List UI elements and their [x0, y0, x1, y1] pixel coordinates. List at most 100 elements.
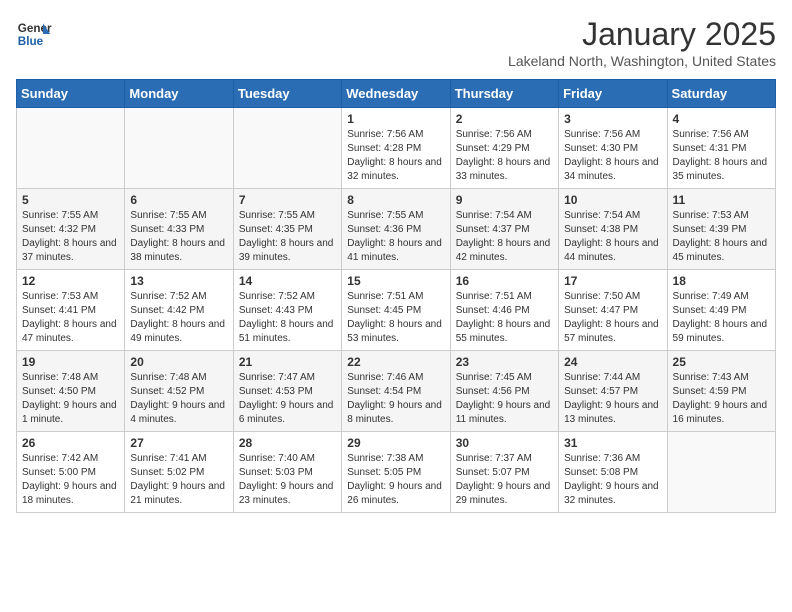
day-info: Sunrise: 7:37 AM Sunset: 5:07 PM Dayligh… — [456, 452, 553, 508]
day-number: 3 — [564, 112, 661, 126]
day-number: 27 — [130, 436, 227, 450]
day-number: 10 — [564, 193, 661, 207]
day-number: 30 — [456, 436, 553, 450]
calendar-cell: 17 Sunrise: 7:50 AM Sunset: 4:47 PM Dayli… — [559, 270, 667, 351]
day-info: Sunrise: 7:55 AM Sunset: 4:32 PM Dayligh… — [22, 209, 119, 265]
calendar-cell — [125, 108, 233, 189]
month-title: January 2025 — [508, 16, 776, 53]
day-number: 8 — [347, 193, 444, 207]
calendar-cell: 26 Sunrise: 7:42 AM Sunset: 5:00 PM Dayli… — [17, 432, 125, 513]
day-number: 21 — [239, 355, 336, 369]
calendar-cell: 25Sunrise: 7:43 AM Sunset: 4:59 PM Dayli… — [667, 351, 775, 432]
day-number: 7 — [239, 193, 336, 207]
calendar-cell: 11 Sunrise: 7:53 AM Sunset: 4:39 PM Dayli… — [667, 189, 775, 270]
weekday-header-sunday: Sunday — [17, 80, 125, 108]
day-info: Sunrise: 7:52 AM Sunset: 4:43 PM Dayligh… — [239, 290, 336, 346]
calendar-cell — [233, 108, 341, 189]
day-info: Sunrise: 7:53 AM Sunset: 4:39 PM Dayligh… — [673, 209, 770, 265]
day-info: Sunrise: 7:38 AM Sunset: 5:05 PM Dayligh… — [347, 452, 444, 508]
calendar-cell: 8 Sunrise: 7:55 AM Sunset: 4:36 PM Daylig… — [342, 189, 450, 270]
calendar-cell: 27 Sunrise: 7:41 AM Sunset: 5:02 PM Dayli… — [125, 432, 233, 513]
day-info: Sunrise: 7:54 AM Sunset: 4:38 PM Dayligh… — [564, 209, 661, 265]
day-number: 19 — [22, 355, 119, 369]
week-row-2: 5 Sunrise: 7:55 AM Sunset: 4:32 PM Daylig… — [17, 189, 776, 270]
calendar-cell: 15Sunrise: 7:51 AM Sunset: 4:45 PM Dayli… — [342, 270, 450, 351]
calendar-cell: 4 Sunrise: 7:56 AM Sunset: 4:31 PM Daylig… — [667, 108, 775, 189]
day-info: Sunrise: 7:36 AM Sunset: 5:08 PM Dayligh… — [564, 452, 661, 508]
day-info: Sunrise: 7:54 AM Sunset: 4:37 PM Dayligh… — [456, 209, 553, 265]
week-row-5: 26 Sunrise: 7:42 AM Sunset: 5:00 PM Dayli… — [17, 432, 776, 513]
day-info: Sunrise: 7:50 AM Sunset: 4:47 PM Dayligh… — [564, 290, 661, 346]
calendar-cell — [17, 108, 125, 189]
calendar-cell: 7 Sunrise: 7:55 AM Sunset: 4:35 PM Daylig… — [233, 189, 341, 270]
calendar-cell: 2 Sunrise: 7:56 AM Sunset: 4:29 PM Daylig… — [450, 108, 558, 189]
calendar-cell: 22Sunrise: 7:46 AM Sunset: 4:54 PM Dayli… — [342, 351, 450, 432]
day-info: Sunrise: 7:43 AM Sunset: 4:59 PM Dayligh… — [673, 371, 770, 427]
day-number: 2 — [456, 112, 553, 126]
day-info: Sunrise: 7:48 AM Sunset: 4:52 PM Dayligh… — [130, 371, 227, 427]
day-info: Sunrise: 7:55 AM Sunset: 4:33 PM Dayligh… — [130, 209, 227, 265]
calendar-cell: 16 Sunrise: 7:51 AM Sunset: 4:46 PM Dayli… — [450, 270, 558, 351]
weekday-header-saturday: Saturday — [667, 80, 775, 108]
day-info: Sunrise: 7:49 AM Sunset: 4:49 PM Dayligh… — [673, 290, 770, 346]
week-row-4: 19 Sunrise: 7:48 AM Sunset: 4:50 PM Dayli… — [17, 351, 776, 432]
day-number: 28 — [239, 436, 336, 450]
day-number: 12 — [22, 274, 119, 288]
day-number: 24 — [564, 355, 661, 369]
page-header: General Blue January 2025 Lakeland North… — [16, 16, 776, 69]
weekday-header-monday: Monday — [125, 80, 233, 108]
week-row-3: 12Sunrise: 7:53 AM Sunset: 4:41 PM Dayli… — [17, 270, 776, 351]
day-info: Sunrise: 7:51 AM Sunset: 4:45 PM Dayligh… — [347, 290, 444, 346]
day-info: Sunrise: 7:56 AM Sunset: 4:29 PM Dayligh… — [456, 128, 553, 184]
calendar-cell: 23 Sunrise: 7:45 AM Sunset: 4:56 PM Dayli… — [450, 351, 558, 432]
day-number: 29 — [347, 436, 444, 450]
calendar-cell: 18 Sunrise: 7:49 AM Sunset: 4:49 PM Dayli… — [667, 270, 775, 351]
week-row-1: 1Sunrise: 7:56 AM Sunset: 4:28 PM Daylig… — [17, 108, 776, 189]
day-info: Sunrise: 7:47 AM Sunset: 4:53 PM Dayligh… — [239, 371, 336, 427]
day-number: 4 — [673, 112, 770, 126]
weekday-header-wednesday: Wednesday — [342, 80, 450, 108]
day-info: Sunrise: 7:40 AM Sunset: 5:03 PM Dayligh… — [239, 452, 336, 508]
day-info: Sunrise: 7:55 AM Sunset: 4:36 PM Dayligh… — [347, 209, 444, 265]
day-info: Sunrise: 7:45 AM Sunset: 4:56 PM Dayligh… — [456, 371, 553, 427]
day-number: 9 — [456, 193, 553, 207]
day-number: 14 — [239, 274, 336, 288]
day-number: 26 — [22, 436, 119, 450]
day-info: Sunrise: 7:48 AM Sunset: 4:50 PM Dayligh… — [22, 371, 119, 427]
day-number: 17 — [564, 274, 661, 288]
title-area: January 2025 Lakeland North, Washington,… — [508, 16, 776, 69]
day-number: 5 — [22, 193, 119, 207]
day-number: 31 — [564, 436, 661, 450]
day-info: Sunrise: 7:55 AM Sunset: 4:35 PM Dayligh… — [239, 209, 336, 265]
day-number: 11 — [673, 193, 770, 207]
calendar-cell: 31 Sunrise: 7:36 AM Sunset: 5:08 PM Dayli… — [559, 432, 667, 513]
day-info: Sunrise: 7:56 AM Sunset: 4:31 PM Dayligh… — [673, 128, 770, 184]
calendar-cell: 5 Sunrise: 7:55 AM Sunset: 4:32 PM Daylig… — [17, 189, 125, 270]
calendar-cell: 9 Sunrise: 7:54 AM Sunset: 4:37 PM Daylig… — [450, 189, 558, 270]
calendar-cell: 13 Sunrise: 7:52 AM Sunset: 4:42 PM Dayli… — [125, 270, 233, 351]
day-number: 16 — [456, 274, 553, 288]
day-number: 6 — [130, 193, 227, 207]
calendar-cell: 19 Sunrise: 7:48 AM Sunset: 4:50 PM Dayli… — [17, 351, 125, 432]
day-info: Sunrise: 7:52 AM Sunset: 4:42 PM Dayligh… — [130, 290, 227, 346]
day-number: 23 — [456, 355, 553, 369]
calendar-cell: 6 Sunrise: 7:55 AM Sunset: 4:33 PM Daylig… — [125, 189, 233, 270]
calendar-cell: 3Sunrise: 7:56 AM Sunset: 4:30 PM Daylig… — [559, 108, 667, 189]
calendar-cell: 28 Sunrise: 7:40 AM Sunset: 5:03 PM Dayli… — [233, 432, 341, 513]
calendar-cell: 20 Sunrise: 7:48 AM Sunset: 4:52 PM Dayli… — [125, 351, 233, 432]
weekday-header-row: SundayMondayTuesdayWednesdayThursdayFrid… — [17, 80, 776, 108]
day-number: 13 — [130, 274, 227, 288]
day-info: Sunrise: 7:41 AM Sunset: 5:02 PM Dayligh… — [130, 452, 227, 508]
day-number: 20 — [130, 355, 227, 369]
day-info: Sunrise: 7:42 AM Sunset: 5:00 PM Dayligh… — [22, 452, 119, 508]
calendar-cell: 21 Sunrise: 7:47 AM Sunset: 4:53 PM Dayli… — [233, 351, 341, 432]
calendar-table: SundayMondayTuesdayWednesdayThursdayFrid… — [16, 79, 776, 513]
day-number: 1 — [347, 112, 444, 126]
day-number: 22 — [347, 355, 444, 369]
day-info: Sunrise: 7:51 AM Sunset: 4:46 PM Dayligh… — [456, 290, 553, 346]
logo-icon: General Blue — [16, 16, 52, 52]
calendar-cell: 29 Sunrise: 7:38 AM Sunset: 5:05 PM Dayli… — [342, 432, 450, 513]
day-number: 18 — [673, 274, 770, 288]
weekday-header-friday: Friday — [559, 80, 667, 108]
calendar-cell: 24Sunrise: 7:44 AM Sunset: 4:57 PM Dayli… — [559, 351, 667, 432]
